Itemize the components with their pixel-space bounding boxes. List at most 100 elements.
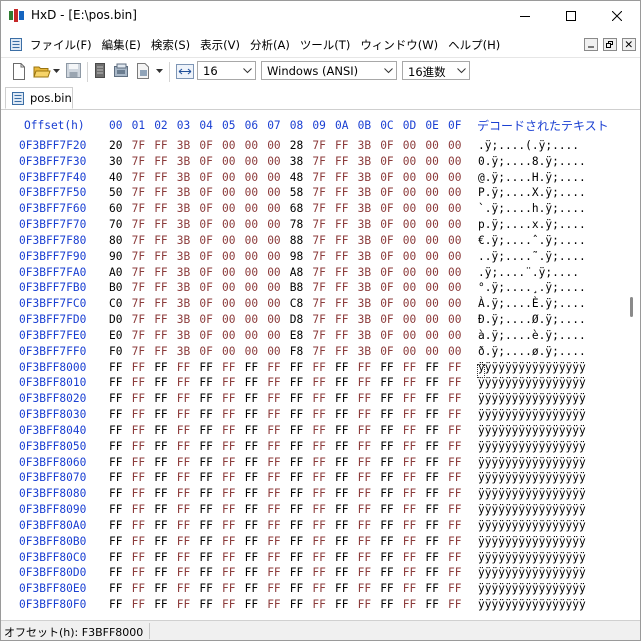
hex-byte[interactable]: 00	[425, 171, 438, 184]
decoded-text[interactable]: ÿÿÿÿÿÿÿÿÿÿÿÿÿÿÿÿ	[478, 392, 586, 405]
hex-byte[interactable]: 00	[245, 297, 258, 310]
hex-byte[interactable]: 00	[425, 218, 438, 231]
hex-byte[interactable]: 00	[425, 345, 438, 358]
hex-byte[interactable]: FF	[154, 218, 167, 231]
hex-byte[interactable]: FF	[335, 281, 348, 294]
hex-byte[interactable]: FF	[109, 424, 122, 437]
hex-byte[interactable]: FF	[380, 440, 393, 453]
hex-byte[interactable]: 3B	[358, 155, 371, 168]
offset-base-select[interactable]: 16進数	[402, 61, 470, 80]
decoded-text[interactable]: ÿÿÿÿÿÿÿÿÿÿÿÿÿÿÿÿ	[478, 551, 586, 564]
hex-byte[interactable]: 00	[425, 313, 438, 326]
hex-byte[interactable]: FF	[403, 376, 416, 389]
hex-byte[interactable]: FF	[312, 456, 325, 469]
hex-byte[interactable]: 00	[448, 234, 461, 247]
hex-byte[interactable]: 00	[245, 345, 258, 358]
hex-byte[interactable]: FF	[448, 361, 461, 374]
hex-byte[interactable]: F0	[109, 345, 122, 358]
decoded-text[interactable]: ÿÿÿÿÿÿÿÿÿÿÿÿÿÿÿÿ	[478, 487, 586, 500]
hex-byte[interactable]: FF	[132, 598, 145, 611]
decoded-text[interactable]: à.ÿ;....è.ÿ;....	[478, 329, 586, 342]
hex-byte[interactable]: FF	[199, 519, 212, 532]
hex-byte[interactable]: 80	[109, 234, 122, 247]
hex-byte[interactable]: FF	[177, 376, 190, 389]
decoded-text[interactable]: p.ÿ;....x.ÿ;....	[478, 218, 586, 231]
hex-byte[interactable]: 00	[448, 313, 461, 326]
hex-byte[interactable]: FF	[109, 471, 122, 484]
hex-byte[interactable]: FF	[222, 535, 235, 548]
hex-byte[interactable]: FF	[335, 345, 348, 358]
hex-byte[interactable]: FF	[267, 471, 280, 484]
decoded-text[interactable]: ÿÿÿÿÿÿÿÿÿÿÿÿÿÿÿÿ	[478, 471, 586, 484]
hex-byte[interactable]: 00	[403, 202, 416, 215]
hex-byte[interactable]: FF	[177, 471, 190, 484]
hex-byte[interactable]: 7F	[132, 139, 145, 152]
hex-byte[interactable]: FF	[403, 551, 416, 564]
hex-byte[interactable]: 00	[222, 139, 235, 152]
hex-byte[interactable]: FF	[312, 392, 325, 405]
hex-byte[interactable]: FF	[403, 440, 416, 453]
hex-byte[interactable]: 00	[245, 202, 258, 215]
hex-byte[interactable]: 3B	[358, 218, 371, 231]
hex-byte[interactable]: FF	[403, 566, 416, 579]
menu-help[interactable]: ヘルプ(H)	[448, 37, 500, 53]
hex-byte[interactable]: FF	[109, 582, 122, 595]
hex-byte[interactable]: 0F	[199, 218, 212, 231]
hex-byte[interactable]: 7F	[312, 202, 325, 215]
hex-byte[interactable]: FF	[448, 392, 461, 405]
hex-byte[interactable]: FF	[199, 471, 212, 484]
hex-byte[interactable]: 0F	[199, 329, 212, 342]
hex-byte[interactable]: FF	[358, 440, 371, 453]
hex-byte[interactable]: FF	[290, 456, 303, 469]
hex-byte[interactable]: FF	[358, 424, 371, 437]
hex-byte[interactable]: FF	[109, 408, 122, 421]
hex-byte[interactable]: FF	[199, 408, 212, 421]
decoded-text[interactable]: ÿÿÿÿÿÿÿÿÿÿÿÿÿÿÿÿ	[478, 440, 586, 453]
hex-byte[interactable]: FF	[222, 376, 235, 389]
decoded-text[interactable]: ..ÿ;....˜.ÿ;....	[478, 250, 586, 263]
hex-byte[interactable]: FF	[154, 234, 167, 247]
hex-byte[interactable]: FF	[380, 471, 393, 484]
hex-byte[interactable]: 3B	[177, 297, 190, 310]
hex-byte[interactable]: 00	[222, 155, 235, 168]
hex-byte[interactable]: FF	[154, 202, 167, 215]
minimize-button[interactable]	[502, 1, 548, 31]
hex-byte[interactable]: 00	[267, 155, 280, 168]
hex-byte[interactable]: FF	[132, 424, 145, 437]
hex-byte[interactable]: 40	[109, 171, 122, 184]
hex-byte[interactable]: FF	[109, 376, 122, 389]
hex-byte[interactable]: 00	[448, 155, 461, 168]
hex-byte[interactable]: FF	[245, 503, 258, 516]
decoded-text[interactable]: ÿÿÿÿÿÿÿÿÿÿÿÿÿÿÿÿ	[478, 582, 586, 595]
hex-byte[interactable]: FF	[380, 582, 393, 595]
hex-byte[interactable]: FF	[177, 456, 190, 469]
hex-byte[interactable]: FF	[177, 503, 190, 516]
hex-byte[interactable]: FF	[132, 566, 145, 579]
decoded-text[interactable]: ð.ÿ;....ø.ÿ;....	[478, 345, 586, 358]
hex-byte[interactable]: 00	[448, 266, 461, 279]
hex-byte[interactable]: FF	[109, 440, 122, 453]
hex-byte[interactable]: 00	[403, 297, 416, 310]
mdi-close-button[interactable]	[622, 38, 636, 51]
hex-byte[interactable]: FF	[290, 392, 303, 405]
hex-byte[interactable]: 00	[245, 266, 258, 279]
hex-byte[interactable]: 0F	[199, 345, 212, 358]
hex-byte[interactable]: FF	[154, 139, 167, 152]
hex-byte[interactable]: 0F	[380, 171, 393, 184]
hex-byte[interactable]: 00	[222, 329, 235, 342]
hex-byte[interactable]: FF	[177, 551, 190, 564]
hex-byte[interactable]: FF	[403, 582, 416, 595]
hex-byte[interactable]: 28	[290, 139, 303, 152]
hex-byte[interactable]: FF	[335, 202, 348, 215]
hex-byte[interactable]: 00	[403, 313, 416, 326]
hex-byte[interactable]: 00	[425, 329, 438, 342]
hex-byte[interactable]: FF	[267, 392, 280, 405]
hex-byte[interactable]: FF	[267, 456, 280, 469]
hex-byte[interactable]: FF	[154, 535, 167, 548]
menu-analysis[interactable]: 分析(A)	[250, 37, 290, 53]
hex-byte[interactable]: FF	[222, 408, 235, 421]
hex-byte[interactable]: FF	[380, 519, 393, 532]
hex-byte[interactable]: 0F	[380, 297, 393, 310]
hex-byte[interactable]: F8	[290, 345, 303, 358]
hex-byte[interactable]: 00	[245, 313, 258, 326]
